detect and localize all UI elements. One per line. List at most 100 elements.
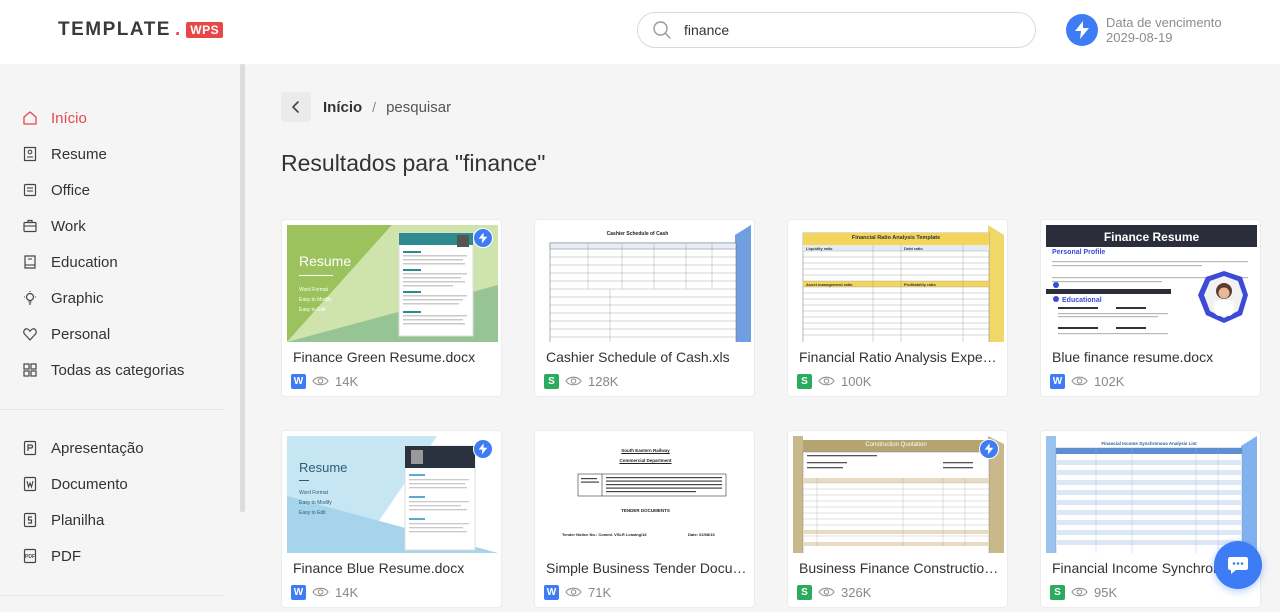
word-file-icon: W [291, 373, 306, 389]
template-thumbnail: Construction Quotation [793, 436, 1004, 553]
template-card[interactable]: Finance Resume Personal Profile Educatio… [1040, 219, 1261, 397]
logo-wordmark: TEMPLATE [58, 19, 171, 40]
sidebar-item-inicio[interactable]: Início [22, 106, 87, 130]
breadcrumb-home[interactable]: Início [323, 99, 362, 116]
back-button[interactable] [281, 92, 311, 122]
thumb-bullet: Word Format [299, 490, 329, 496]
spreadsheet-file-icon: S [797, 373, 812, 389]
thumb-line: Commercial Department [619, 458, 672, 463]
sidebar-item-label: Personal [51, 325, 111, 343]
sidebar-item-documento[interactable]: Documento [22, 472, 128, 496]
heart-icon [22, 326, 38, 342]
chevron-left-icon [292, 101, 299, 113]
sidebar-item-label: Planilha [51, 511, 105, 529]
view-count: 71K [588, 584, 612, 600]
sidebar-item-personal[interactable]: Personal [22, 322, 110, 346]
svg-text:PDF: PDF [25, 554, 35, 560]
thumb-title: Cashier Schedule of Cash [606, 231, 669, 237]
template-name: Simple Business Tender Document.docx [546, 560, 751, 576]
sidebar-item-label: Resume [51, 145, 107, 163]
chat-button[interactable] [1214, 541, 1262, 589]
template-card[interactable]: Cashier Schedule of Cash Cashier Schedul… [534, 219, 755, 397]
template-thumbnail: Finance Resume Personal Profile Educatio… [1046, 225, 1257, 342]
template-meta: S 128K [544, 373, 618, 389]
page-title: Resultados para "finance" [281, 150, 546, 176]
sidebar-item-work[interactable]: Work [22, 214, 86, 238]
template-name: Finance Blue Resume.docx [293, 560, 465, 576]
sidebar-divider [0, 595, 225, 596]
pro-badge [979, 439, 999, 459]
sidebar-item-label: PDF [51, 547, 81, 565]
pro-badge [473, 228, 493, 248]
bolt-icon [1066, 14, 1098, 46]
breadcrumb-separator: / [372, 99, 377, 115]
sidebar-item-resume[interactable]: Resume [22, 142, 107, 166]
template-meta: S 95K [1050, 584, 1117, 600]
template-name: Cashier Schedule of Cash.xls [546, 349, 730, 365]
view-count: 128K [588, 373, 619, 389]
view-count: 326K [841, 584, 872, 600]
template-card[interactable]: Construction Quotation Business Finance … [787, 430, 1008, 608]
template-thumbnail: Financial Income Synchronous Analysis Li… [1046, 436, 1257, 553]
template-card[interactable]: South Eastern Railway Commercial Departm… [534, 430, 755, 608]
sidebar-item-label: Graphic [51, 289, 104, 307]
briefcase-icon [22, 218, 38, 234]
template-name: Finance Green Resume.docx [293, 349, 476, 365]
home-icon [22, 110, 38, 126]
word-file-icon: W [1050, 373, 1065, 389]
sidebar-item-planilha[interactable]: Planilha [22, 508, 104, 532]
template-card[interactable]: Resume Word Format Easy to Modify Easy t… [281, 430, 502, 608]
sidebar-item-all-categories[interactable]: Todas as categorias [22, 358, 184, 382]
sidebar-item-label: Education [51, 253, 118, 271]
template-meta: W 102K [1050, 373, 1124, 389]
sidebar-item-label: Apresentação [51, 439, 144, 457]
template-card[interactable]: Financial Ratio Analysis Template Liquid… [787, 219, 1008, 397]
thumb-section: Educational [1062, 297, 1102, 304]
template-card[interactable]: Resume Word Format Easy to Modify Easy t… [281, 219, 502, 397]
spreadsheet-icon [22, 512, 38, 528]
template-thumbnail: Resume Word Format Easy to Modify Easy t… [287, 225, 498, 342]
logo[interactable]: TEMPLATE . WPS [58, 18, 224, 42]
sidebar-item-apresentacao[interactable]: Apresentação [22, 436, 144, 460]
view-count: 14K [335, 373, 359, 389]
thumb-line: TENDER DOCUMENTS [621, 508, 670, 513]
thumb-bullet: Easy to Modify [299, 297, 332, 303]
thumb-title: Financial Ratio Analysis Template [851, 235, 941, 241]
spreadsheet-file-icon: S [1050, 584, 1065, 600]
thumb-title: Resume [299, 253, 352, 269]
spreadsheet-file-icon: S [544, 373, 559, 389]
word-file-icon: W [544, 584, 559, 600]
search-input[interactable] [684, 22, 1004, 38]
template-meta: S 326K [797, 584, 871, 600]
sidebar-item-education[interactable]: Education [22, 250, 118, 274]
sidebar: Início Resume Office Work Education Grap… [0, 64, 245, 612]
template-name: Business Finance Construction Quotation.… [799, 560, 1004, 576]
template-meta: W 14K [291, 373, 358, 389]
membership-expiry[interactable]: Data de vencimento 2029-08-19 [1066, 14, 1222, 46]
template-thumbnail: Financial Ratio Analysis Template Liquid… [793, 225, 1004, 342]
breadcrumb: Início / pesquisar [281, 92, 451, 122]
logo-dot: . [174, 19, 181, 40]
eye-icon [565, 376, 582, 386]
thumb-title: Finance Resume [1103, 230, 1200, 244]
document-icon [22, 476, 38, 492]
thumb-bullet: Easy to Modify [299, 500, 332, 506]
sidebar-item-office[interactable]: Office [22, 178, 90, 202]
sidebar-item-label: Documento [51, 475, 128, 493]
sidebar-item-label: Todas as categorias [51, 361, 185, 379]
book-icon [22, 254, 38, 270]
template-meta: W 71K [544, 584, 611, 600]
search-box[interactable] [637, 12, 1036, 48]
template-meta: W 14K [291, 584, 358, 600]
eye-icon [312, 587, 329, 597]
sidebar-item-pdf[interactable]: PDF PDF [22, 544, 81, 568]
view-count: 14K [335, 584, 359, 600]
pro-badge [473, 439, 493, 459]
expiry-label: Data de vencimento [1106, 15, 1222, 30]
thumb-line: Date: 02/08/16 [688, 532, 715, 537]
office-icon [22, 182, 38, 198]
sidebar-item-graphic[interactable]: Graphic [22, 286, 104, 310]
thumb-cell: Liquidity ratio [806, 246, 833, 251]
main-content: Início / pesquisar Resultados para "fina… [245, 64, 1280, 612]
eye-icon [818, 587, 835, 597]
